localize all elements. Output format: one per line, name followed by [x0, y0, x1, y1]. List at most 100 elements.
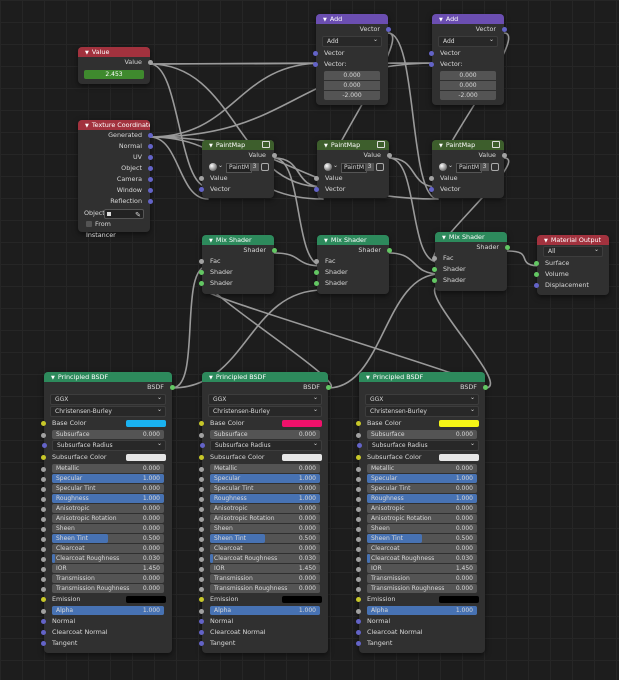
- socket-dot[interactable]: [41, 517, 46, 522]
- node-link[interactable]: [149, 136, 439, 200]
- socket-dot[interactable]: [199, 477, 204, 482]
- socket-dot[interactable]: [41, 421, 46, 426]
- socket-dot[interactable]: [41, 467, 46, 472]
- socket-dot[interactable]: [356, 527, 361, 532]
- node-header[interactable]: ▼ Mix Shader: [317, 235, 389, 245]
- mix-shader-node-1[interactable]: ▼ Mix Shader Shader Fac Shader Shader: [199, 235, 277, 294]
- transmission-roughness-field[interactable]: Transmission Roughness 0.000: [41, 584, 164, 593]
- datablock-name[interactable]: PaintM: [226, 163, 253, 173]
- socket-dot[interactable]: [502, 27, 507, 32]
- socket-dot[interactable]: [41, 641, 46, 646]
- socket-dot[interactable]: [199, 567, 204, 572]
- subsurface-method-dropdown[interactable]: Christensen-Burley: [50, 405, 166, 417]
- distribution-dropdown[interactable]: GGX: [208, 393, 322, 405]
- node-header[interactable]: ▼ Mix Shader: [202, 235, 274, 245]
- socket-dot[interactable]: [505, 245, 510, 250]
- operation-dropdown[interactable]: Add: [438, 35, 498, 47]
- socket-dot[interactable]: [429, 51, 434, 56]
- user-count[interactable]: 3: [250, 163, 259, 171]
- socket-dot[interactable]: [356, 477, 361, 482]
- node-header[interactable]: ▼ Principled BSDF: [44, 372, 172, 382]
- socket-dot[interactable]: [41, 609, 46, 614]
- socket-dot[interactable]: [199, 421, 204, 426]
- socket-dot[interactable]: [534, 272, 539, 277]
- sheen-tint-field[interactable]: Sheen Tint 0.500: [356, 534, 477, 543]
- socket-dot[interactable]: [314, 281, 319, 286]
- socket-dot[interactable]: [357, 443, 362, 448]
- specular-field[interactable]: Specular 1.000: [41, 474, 164, 483]
- chevron-down-icon[interactable]: ⌄: [218, 162, 223, 169]
- emission-color-swatch[interactable]: [126, 596, 166, 603]
- node-link[interactable]: [149, 62, 439, 138]
- mix-shader-node-2[interactable]: ▼ Mix Shader Shader Fac Shader Shader: [314, 235, 392, 294]
- socket-dot[interactable]: [356, 455, 361, 460]
- node-header[interactable]: ▼ Add: [432, 14, 504, 24]
- socket-dot[interactable]: [534, 283, 539, 288]
- node-editor-canvas[interactable]: ▼ Value Value 2.453 ▼ Texture Coordinate G…: [0, 0, 619, 680]
- socket-dot[interactable]: [41, 567, 46, 572]
- vector-x-field[interactable]: 0.000: [324, 71, 380, 80]
- socket-dot[interactable]: [148, 133, 153, 138]
- alpha-field[interactable]: Alpha 1.000: [41, 606, 164, 615]
- socket-dot[interactable]: [356, 547, 361, 552]
- clearcoat-roughness-field[interactable]: Clearcoat Roughness 0.030: [199, 554, 320, 563]
- user-count[interactable]: 3: [365, 163, 374, 171]
- socket-dot[interactable]: [272, 153, 277, 158]
- clearcoat-field[interactable]: Clearcoat 0.000: [41, 544, 164, 553]
- socket-dot[interactable]: [199, 619, 204, 624]
- node-link[interactable]: [149, 62, 324, 138]
- socket-dot[interactable]: [387, 153, 392, 158]
- sheen-field[interactable]: Sheen 0.000: [41, 524, 164, 533]
- transmission-field[interactable]: Transmission 0.000: [356, 574, 477, 583]
- socket-dot[interactable]: [199, 527, 204, 532]
- principled-bsdf-node-1[interactable]: ▼Principled BSDFBSDF GGX Christensen-Burle…: [41, 372, 175, 653]
- vector-x-field[interactable]: 0.000: [440, 71, 496, 80]
- socket-dot[interactable]: [41, 577, 46, 582]
- socket-dot[interactable]: [356, 557, 361, 562]
- socket-dot[interactable]: [170, 385, 175, 390]
- emission-color-swatch[interactable]: [439, 596, 479, 603]
- node-header[interactable]: ▼ Principled BSDF: [202, 372, 328, 382]
- node-link[interactable]: [387, 32, 439, 200]
- subsurface-field[interactable]: Subsurface 0.000: [199, 430, 320, 439]
- clearcoat-roughness-field[interactable]: Clearcoat Roughness 0.030: [356, 554, 477, 563]
- ior-field[interactable]: IOR 1.450: [199, 564, 320, 573]
- transmission-field[interactable]: Transmission 0.000: [199, 574, 320, 583]
- specular-tint-field[interactable]: Specular Tint 0.000: [41, 484, 164, 493]
- vector-y-field[interactable]: 0.000: [440, 81, 496, 90]
- material-sphere-icon[interactable]: [439, 163, 447, 171]
- sheen-field[interactable]: Sheen 0.000: [356, 524, 477, 533]
- socket-dot[interactable]: [199, 270, 204, 275]
- socket-dot[interactable]: [356, 421, 361, 426]
- socket-dot[interactable]: [199, 433, 204, 438]
- datablock-name[interactable]: PaintM: [456, 163, 483, 173]
- socket-dot[interactable]: [314, 187, 319, 192]
- socket-dot[interactable]: [356, 609, 361, 614]
- operation-dropdown[interactable]: Add: [322, 35, 382, 47]
- socket-dot[interactable]: [41, 557, 46, 562]
- node-header[interactable]: ▼ Add: [316, 14, 388, 24]
- socket-dot[interactable]: [356, 619, 361, 624]
- socket-dot[interactable]: [356, 597, 361, 602]
- socket-dot[interactable]: [429, 187, 434, 192]
- node-header[interactable]: ▼ Value: [78, 47, 150, 57]
- datablock-selector[interactable]: ⌄ PaintM 3: [317, 161, 389, 173]
- socket-dot[interactable]: [356, 433, 361, 438]
- socket-dot[interactable]: [314, 176, 319, 181]
- socket-dot[interactable]: [356, 567, 361, 572]
- socket-dot[interactable]: [41, 433, 46, 438]
- mix-shader-node-3[interactable]: ▼ Mix Shader Shader Fac Shader Shader: [432, 232, 510, 291]
- node-link[interactable]: [388, 157, 439, 188]
- socket-dot[interactable]: [199, 497, 204, 502]
- subsurface-color-swatch[interactable]: [439, 454, 479, 461]
- alpha-field[interactable]: Alpha 1.000: [356, 606, 477, 615]
- socket-dot[interactable]: [199, 176, 204, 181]
- roughness-field[interactable]: Roughness 1.000: [41, 494, 164, 503]
- socket-dot[interactable]: [199, 577, 204, 582]
- socket-dot[interactable]: [502, 153, 507, 158]
- anisotropic-rotation-field[interactable]: Anisotropic Rotation 0.000: [356, 514, 477, 523]
- value-node[interactable]: ▼ Value Value 2.453: [78, 47, 153, 84]
- node-link[interactable]: [273, 157, 324, 188]
- roughness-field[interactable]: Roughness 1.000: [199, 494, 320, 503]
- sheen-field[interactable]: Sheen 0.000: [199, 524, 320, 533]
